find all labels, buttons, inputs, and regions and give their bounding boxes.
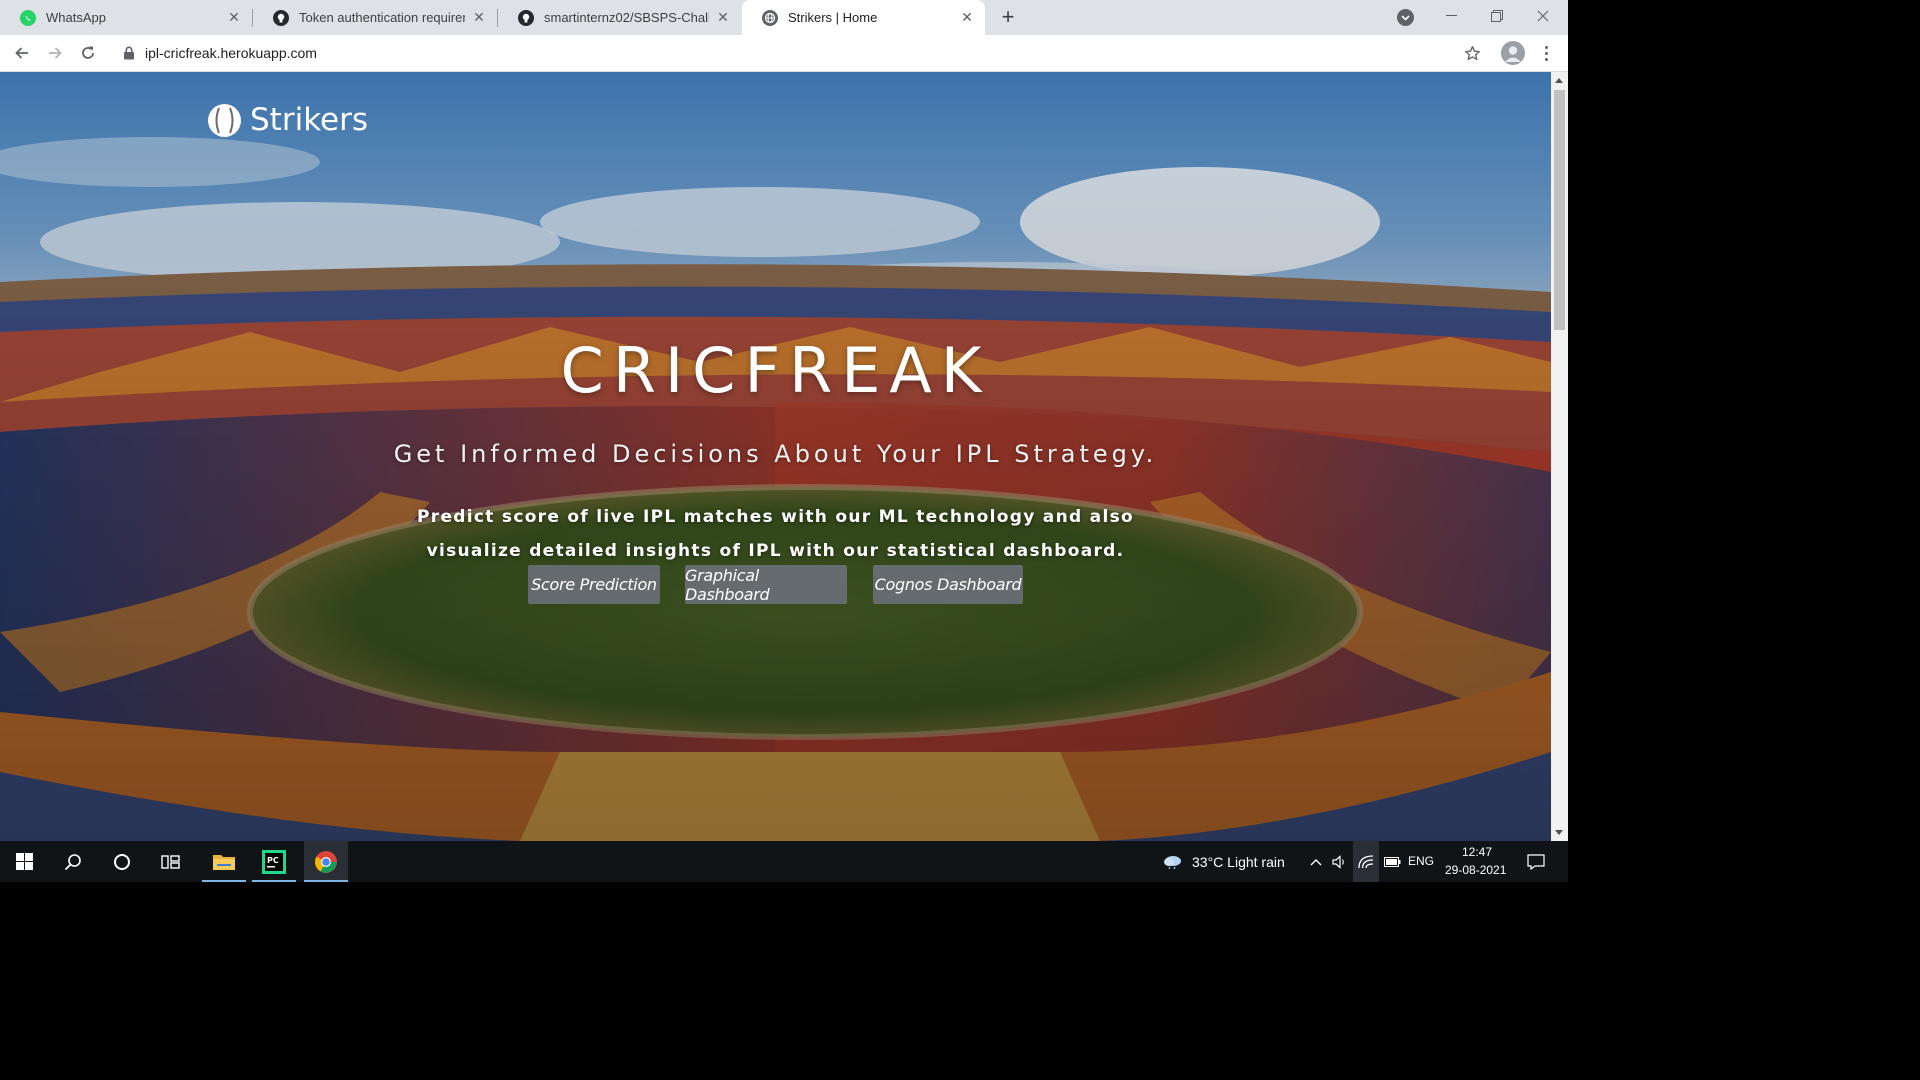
close-icon[interactable]: ✕ bbox=[226, 9, 242, 26]
forward-button[interactable] bbox=[41, 39, 69, 67]
github-icon bbox=[518, 9, 534, 26]
graphical-dashboard-button[interactable]: Graphical Dashboard bbox=[685, 565, 847, 604]
speaker-icon bbox=[1332, 854, 1344, 869]
notification-icon bbox=[1527, 853, 1545, 870]
browser-toolbar: ipl-cricfreak.herokuapp.com bbox=[0, 35, 1568, 72]
chevron-up-icon bbox=[1310, 858, 1322, 865]
cognos-dashboard-button[interactable]: Cognos Dashboard bbox=[873, 565, 1023, 604]
tab-title: WhatsApp bbox=[46, 10, 106, 25]
network-button[interactable] bbox=[1353, 841, 1379, 882]
page-viewport: Strikers CRICFREAK Get Informed Decision… bbox=[0, 72, 1551, 841]
description-line: visualize detailed insights of IPL with … bbox=[426, 541, 1125, 561]
bookmark-button[interactable] bbox=[1458, 39, 1486, 67]
tab-search-button[interactable] bbox=[1397, 9, 1414, 26]
restore-button[interactable] bbox=[1474, 0, 1520, 32]
svg-text:PC: PC bbox=[267, 856, 279, 865]
active-app-indicator bbox=[202, 880, 246, 882]
active-app-indicator bbox=[252, 880, 296, 882]
windows-start-icon bbox=[15, 853, 33, 870]
tab-strip: WhatsApp ✕ Token authentication requirem… bbox=[0, 0, 1568, 35]
show-hidden-icons-button[interactable] bbox=[1307, 841, 1325, 882]
star-icon bbox=[1464, 45, 1480, 60]
tab-title: Strikers | Home bbox=[788, 10, 878, 25]
taskbar-search-button[interactable] bbox=[50, 841, 96, 882]
input-language[interactable]: ENG bbox=[1408, 854, 1434, 868]
brand-name: Strikers bbox=[250, 102, 369, 138]
task-view-icon bbox=[161, 854, 180, 869]
weather-text[interactable]: 33°C Light rain bbox=[1192, 854, 1285, 870]
new-tab-button[interactable]: + bbox=[996, 4, 1020, 29]
globe-icon bbox=[762, 9, 778, 26]
close-icon[interactable]: ✕ bbox=[715, 9, 731, 26]
tab-whatsapp[interactable]: WhatsApp ✕ bbox=[0, 0, 252, 35]
windows-start-button[interactable] bbox=[0, 841, 48, 882]
pycharm-icon: PC bbox=[262, 849, 286, 874]
chevron-down-icon bbox=[1401, 14, 1410, 21]
tab-strikers-home[interactable]: Strikers | Home ✕ bbox=[742, 0, 985, 35]
url-text[interactable]: ipl-cricfreak.herokuapp.com bbox=[145, 45, 317, 61]
profile-avatar[interactable] bbox=[1501, 41, 1525, 65]
cloud-rain-icon bbox=[1164, 855, 1181, 869]
back-button[interactable] bbox=[8, 39, 36, 67]
lock-icon[interactable] bbox=[123, 46, 135, 60]
minimize-button[interactable] bbox=[1428, 0, 1474, 32]
site-logo[interactable]: Strikers bbox=[208, 102, 368, 138]
cricket-ball-icon bbox=[208, 103, 241, 137]
file-explorer-icon bbox=[213, 854, 235, 870]
user-icon bbox=[1501, 41, 1525, 65]
action-center-button[interactable] bbox=[1521, 841, 1551, 882]
reload-button[interactable] bbox=[74, 39, 102, 67]
hero-subtitle: Get Informed Decisions About Your IPL St… bbox=[393, 440, 1158, 468]
scroll-thumb[interactable] bbox=[1554, 90, 1565, 330]
close-window-button[interactable] bbox=[1520, 0, 1566, 32]
battery-icon bbox=[1383, 856, 1400, 867]
hero-description: Predict score of live IPL matches with o… bbox=[0, 500, 1551, 568]
tab-title: smartinternz02/SBSPS-Challenge bbox=[544, 10, 709, 25]
browser-menu-button[interactable] bbox=[1538, 41, 1554, 65]
file-explorer-taskbar-button[interactable] bbox=[202, 841, 246, 882]
chrome-icon bbox=[315, 850, 337, 873]
page-scrollbar[interactable] bbox=[1551, 72, 1568, 841]
cortana-button[interactable] bbox=[99, 841, 145, 882]
cortana-icon bbox=[114, 853, 130, 870]
tab-github-token[interactable]: Token authentication requirements for Gi… bbox=[253, 0, 497, 35]
clock-date[interactable]: 29-08-2021 bbox=[1445, 863, 1506, 877]
address-bar[interactable]: ipl-cricfreak.herokuapp.com bbox=[111, 38, 1491, 68]
scroll-up-arrow-icon[interactable] bbox=[1555, 78, 1563, 83]
volume-button[interactable] bbox=[1330, 841, 1350, 882]
close-icon[interactable]: ✕ bbox=[959, 9, 975, 26]
arrow-left-icon bbox=[15, 47, 28, 59]
description-line: Predict score of live IPL matches with o… bbox=[417, 507, 1134, 527]
close-icon[interactable]: ✕ bbox=[471, 9, 487, 26]
search-icon bbox=[64, 853, 81, 870]
windows-taskbar: PC 33°C Light rain ENG 12:47 29-08-2021 bbox=[0, 841, 1568, 882]
chrome-taskbar-button[interactable] bbox=[304, 841, 348, 882]
weather-widget[interactable] bbox=[1160, 841, 1186, 882]
pycharm-taskbar-button[interactable]: PC bbox=[252, 841, 296, 882]
whatsapp-icon bbox=[20, 9, 36, 26]
reload-icon bbox=[82, 46, 94, 59]
tab-github-repo[interactable]: smartinternz02/SBSPS-Challenge ✕ bbox=[498, 0, 741, 35]
github-icon bbox=[273, 9, 289, 26]
clock-time[interactable]: 12:47 bbox=[1462, 845, 1492, 859]
wifi-icon bbox=[1358, 854, 1374, 868]
task-view-button[interactable] bbox=[148, 841, 194, 882]
scroll-down-arrow-icon[interactable] bbox=[1555, 830, 1563, 835]
tab-title: Token authentication requirements for Gi… bbox=[299, 10, 465, 25]
active-app-indicator bbox=[304, 880, 348, 882]
hero-title: CRICFREAK bbox=[560, 334, 991, 407]
arrow-right-icon bbox=[49, 47, 62, 59]
battery-button[interactable] bbox=[1381, 841, 1403, 882]
score-prediction-button[interactable]: Score Prediction bbox=[528, 565, 660, 604]
